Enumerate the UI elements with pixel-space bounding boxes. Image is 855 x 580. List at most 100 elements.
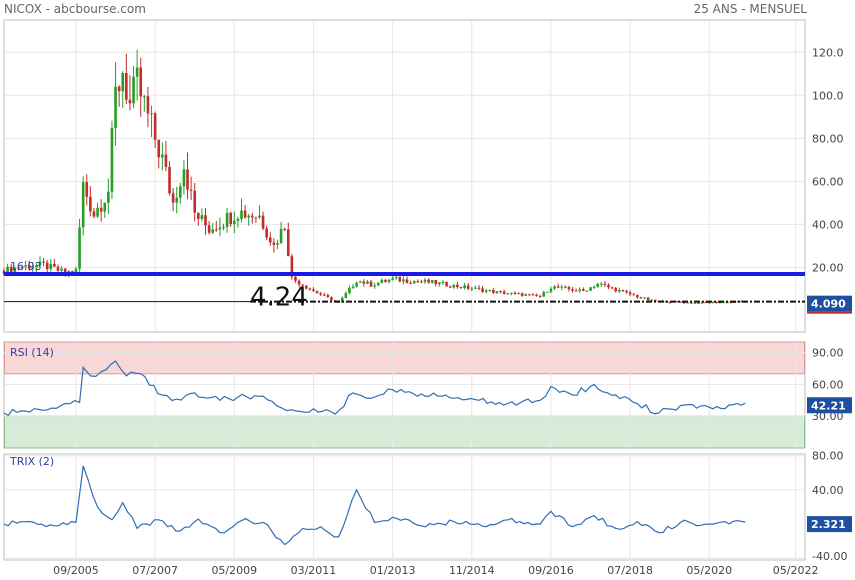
candle-body — [236, 219, 240, 221]
candle-body — [171, 193, 175, 203]
candle-body — [470, 288, 474, 290]
candle-body — [520, 293, 524, 296]
candle-body — [438, 282, 441, 285]
price-annotation: 4.24 — [250, 282, 308, 312]
candle-body — [535, 294, 538, 296]
x-tick-label: 11/2014 — [449, 564, 495, 577]
candle-body — [394, 277, 398, 279]
candle-body — [510, 292, 513, 294]
candle-body — [697, 302, 700, 304]
trix-panel-frame — [3, 453, 806, 561]
candle-body — [132, 76, 135, 104]
candle-body — [477, 287, 481, 289]
candle-body — [193, 190, 197, 213]
candle-body — [218, 227, 222, 230]
y-tick-label: 80.00 — [812, 132, 844, 145]
candle-body — [117, 86, 121, 92]
candle-body — [502, 291, 506, 294]
rsi-title: RSI (14) — [10, 346, 54, 359]
x-tick-label: 09/2005 — [53, 564, 99, 577]
candle-body — [589, 287, 592, 291]
candle-body — [250, 215, 254, 218]
candle-body — [200, 215, 204, 220]
badge-underline — [807, 311, 852, 314]
candle-body — [495, 291, 499, 293]
y-tick-label: 60.00 — [812, 378, 844, 391]
candle-body — [348, 287, 351, 294]
candle-body — [204, 215, 207, 226]
candle-body — [358, 281, 362, 283]
candle-body — [643, 297, 646, 299]
candle-body — [621, 290, 625, 292]
candle-body — [135, 67, 139, 77]
candle-body — [387, 279, 391, 282]
candle-body — [513, 292, 517, 294]
candle-body — [211, 229, 215, 233]
candle-body — [261, 215, 265, 229]
candle-body — [60, 268, 63, 271]
candle-body — [614, 287, 618, 292]
y-tick-label: 40.00 — [812, 484, 844, 497]
candle-body — [466, 285, 470, 289]
candle-body — [150, 113, 153, 115]
candle-body — [405, 279, 409, 283]
candle-body — [225, 212, 229, 227]
candle-body — [78, 227, 81, 269]
candle-body — [366, 281, 369, 284]
candle-body — [384, 279, 387, 282]
candle-body — [391, 278, 394, 280]
candle-body — [81, 182, 85, 228]
candle-body — [484, 290, 488, 292]
x-tick-label: 07/2007 — [132, 564, 178, 577]
candle-body — [143, 96, 146, 98]
candle-body — [49, 264, 53, 270]
price-panel: 16.93 4.24 20.00 40.00 60.00 80.00 100.0 120.… — [2, 19, 852, 333]
candle-body — [45, 262, 49, 270]
candle-body — [452, 284, 456, 288]
trix-title: TRIX (2) — [9, 455, 54, 468]
candle-body — [243, 210, 247, 218]
candle-body — [369, 281, 373, 287]
candle-body — [564, 286, 567, 288]
y-tick-label: -40.00 — [812, 550, 847, 563]
y-tick-label: 60.00 — [812, 175, 844, 188]
x-tick-label: 03/2011 — [291, 564, 337, 577]
x-tick-label: 09/2016 — [528, 564, 574, 577]
candle-body — [326, 295, 330, 298]
candle-body — [448, 286, 452, 288]
candle-body — [197, 212, 200, 220]
rsi-overbought-zone — [4, 341, 805, 375]
candle-body — [319, 293, 322, 295]
candle-body — [308, 288, 312, 290]
candle-body — [207, 225, 211, 233]
candle-body — [578, 289, 582, 291]
candle-body — [42, 261, 45, 263]
candle-body — [463, 285, 466, 289]
candle-body — [258, 215, 261, 218]
candle-body — [351, 286, 355, 288]
candle-body — [402, 279, 405, 282]
candle-body — [312, 289, 315, 292]
candle-body — [240, 210, 243, 220]
candle-body — [618, 290, 621, 292]
candle-body — [229, 212, 232, 225]
price-y-axis: 20.00 40.00 60.00 80.00 100.0 120.0 — [812, 46, 844, 274]
candle-body — [254, 217, 258, 219]
x-tick-label: 05/2020 — [686, 564, 732, 577]
candle-body — [636, 295, 639, 298]
candle-body — [376, 282, 380, 286]
horizontal-line-label: 16.93 — [10, 260, 42, 273]
candle-body — [247, 215, 250, 218]
candle-body — [639, 297, 643, 299]
candle-body — [632, 294, 636, 296]
candle-body — [427, 279, 430, 283]
candle-body — [362, 281, 366, 284]
rsi-value-badge-text: 42.21 — [811, 399, 846, 412]
candle-body — [546, 291, 549, 293]
candle-body — [232, 220, 236, 225]
candle-body — [164, 154, 168, 167]
candle-body — [492, 290, 495, 293]
y-tick-label: 40.00 — [812, 218, 844, 231]
candle-body — [272, 242, 276, 245]
candle-body — [161, 154, 164, 158]
